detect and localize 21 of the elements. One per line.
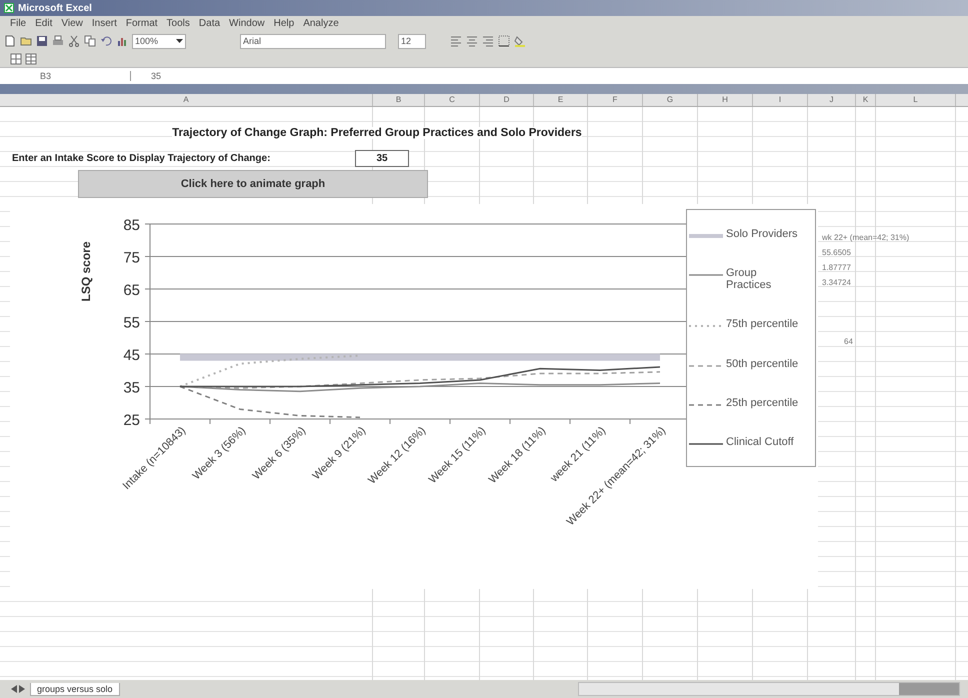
cell-value: wk 22+ (mean=42; 31%) (822, 232, 910, 244)
legend-label: Group Practices (726, 266, 772, 291)
y-axis-label: LSQ score (79, 241, 93, 302)
y-tick-label: 45 (123, 347, 140, 364)
cell-value: 55.6505 (822, 247, 852, 259)
legend-label: 25th percentile (726, 396, 800, 409)
y-tick-label: 55 (123, 314, 140, 332)
y-tick-label: 85 (123, 217, 140, 234)
window-title: Microsoft Excel (18, 2, 92, 14)
cell-value: 1.87777 (822, 262, 852, 274)
cell-value: 64 (843, 336, 854, 348)
legend-label: 50th percentile (726, 358, 800, 370)
legend-label: Clinical Cutoff (726, 436, 795, 448)
cell-value: 3.34724 (822, 277, 852, 289)
legend-label: Solo Providers (726, 228, 799, 240)
y-tick-label: 65 (123, 282, 140, 299)
sheet-title: Trajectory of Change Graph: Preferred Group Practices and Solo Providers (172, 127, 582, 139)
y-tick-label: 75 (123, 250, 140, 266)
legend-label: 75th percentile (726, 318, 800, 330)
y-tick-label: 25 (123, 412, 140, 429)
y-tick-label: 35 (123, 380, 140, 396)
